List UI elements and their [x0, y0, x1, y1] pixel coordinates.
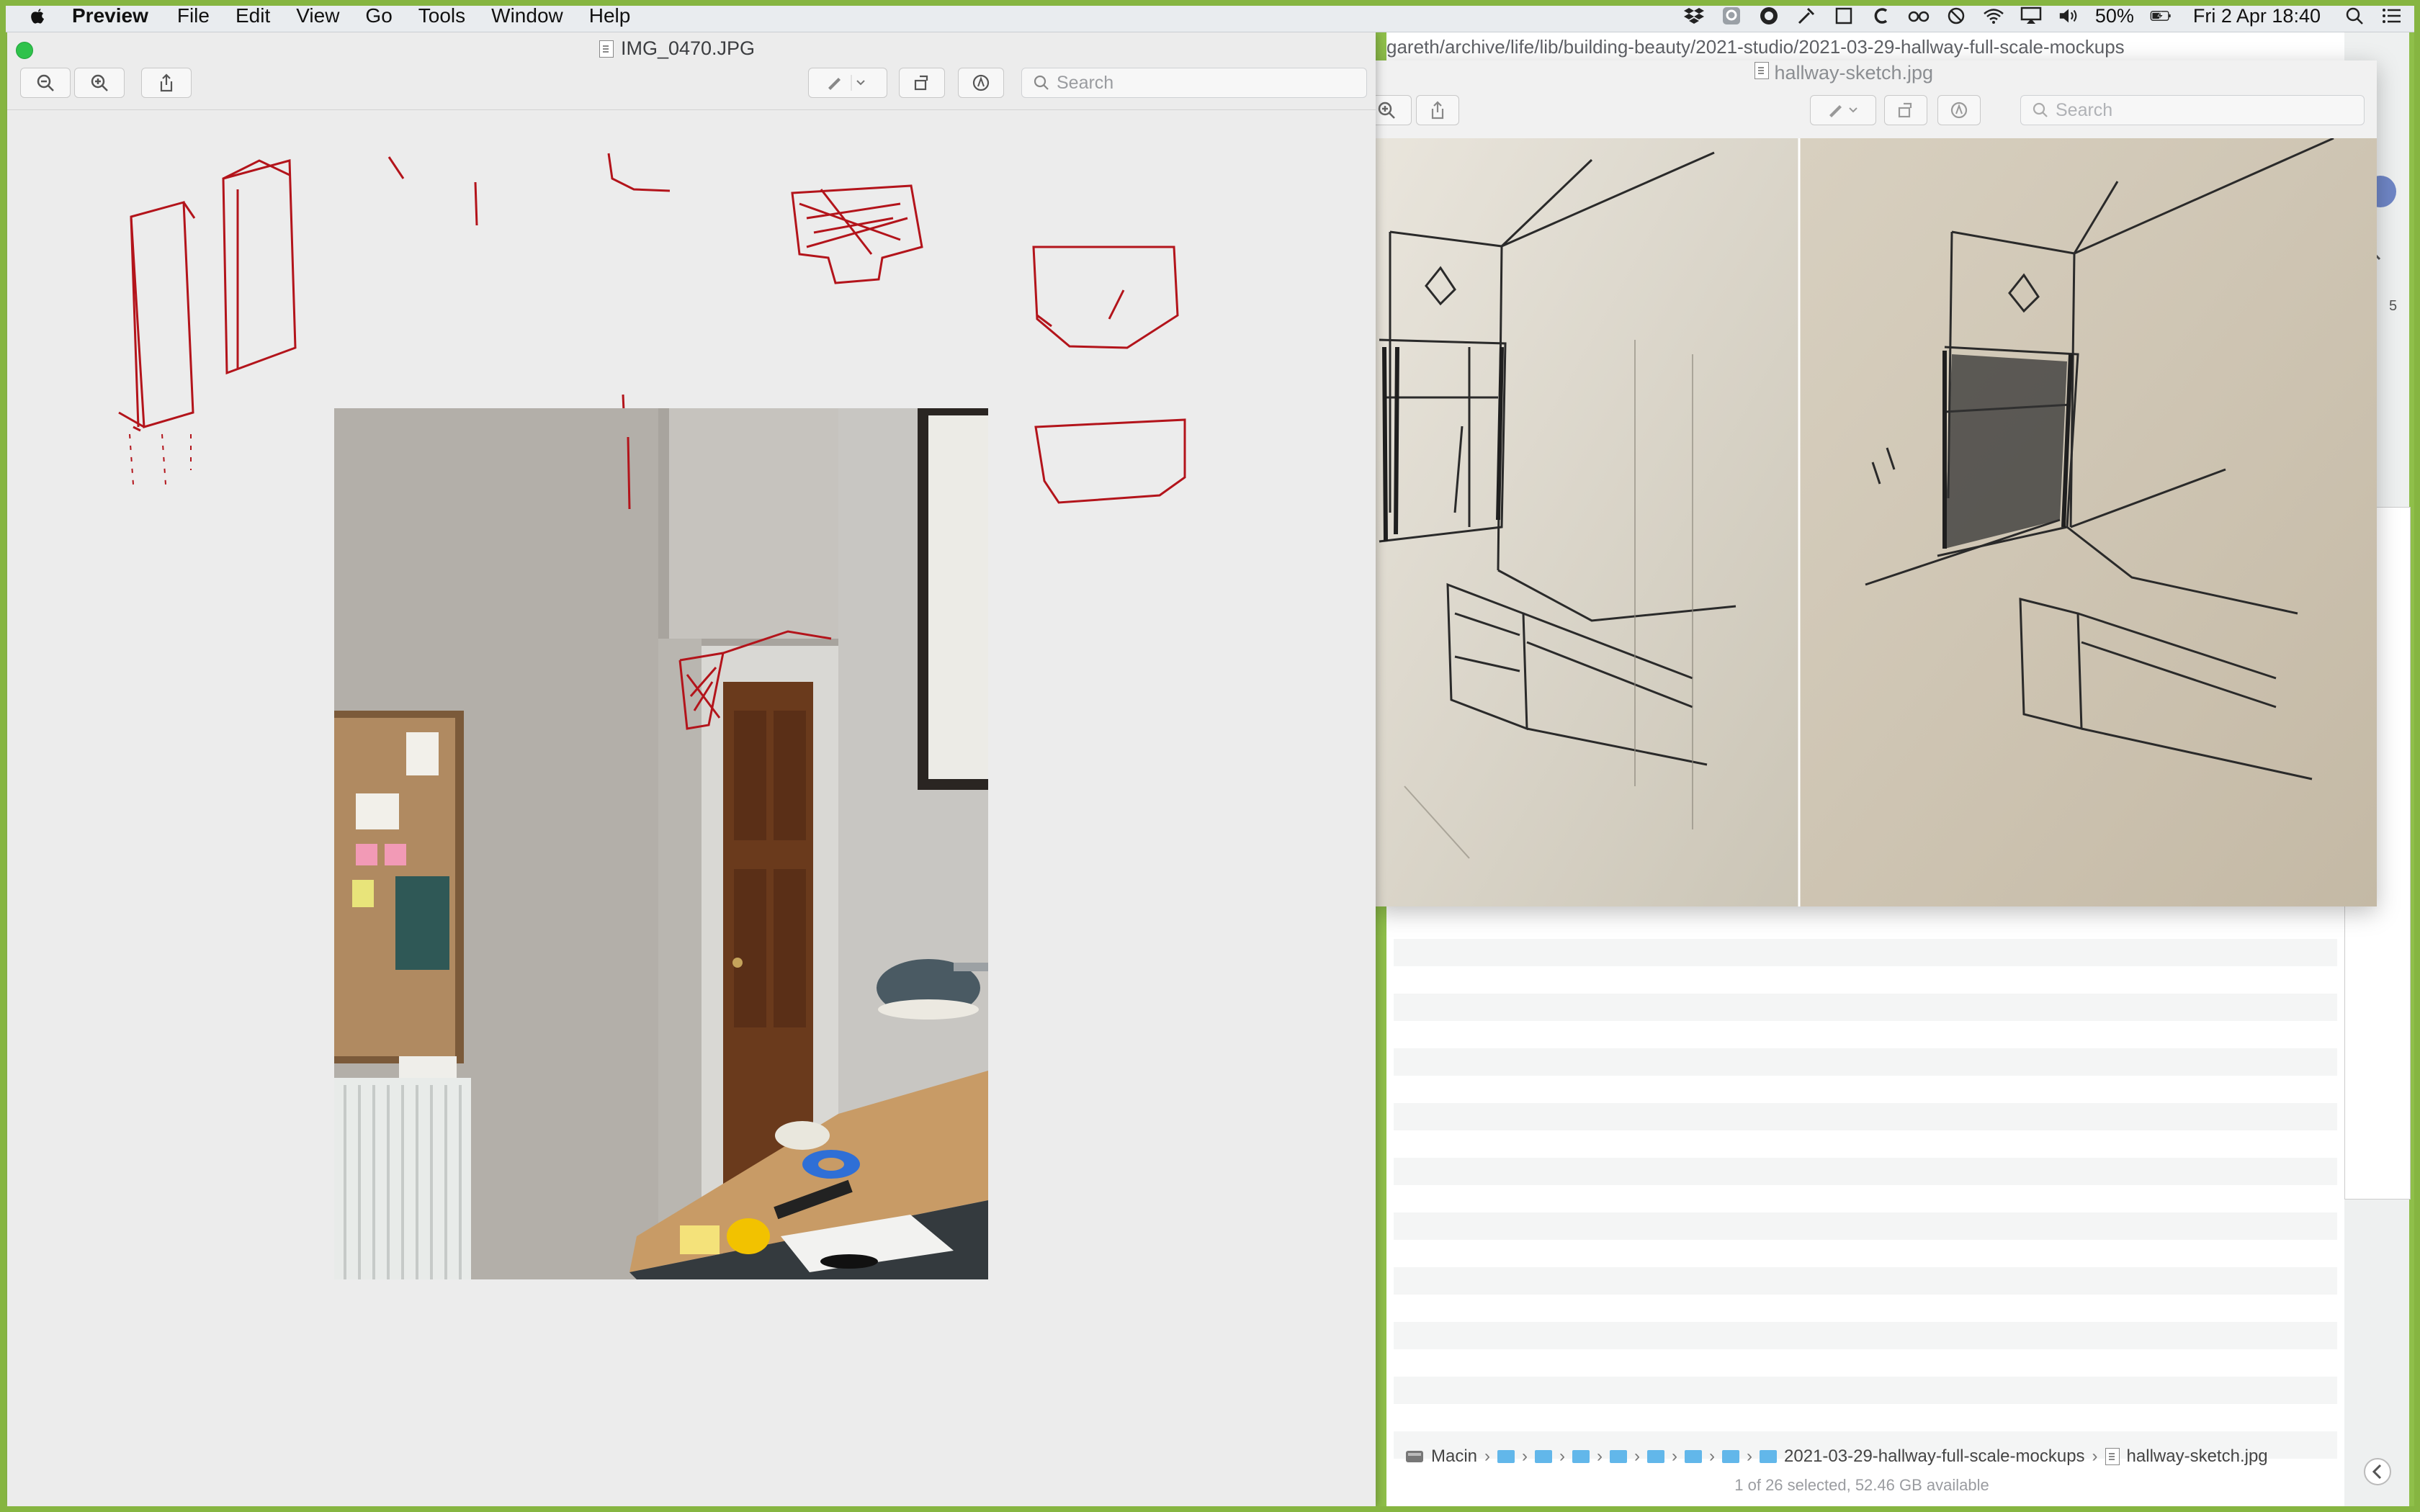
- share-button[interactable]: [141, 68, 192, 98]
- main-preview-window[interactable]: IMG_0470.JPG Search: [7, 32, 1376, 1508]
- markup-button[interactable]: [1937, 95, 1981, 125]
- spotlight-search-icon[interactable]: [2344, 5, 2365, 27]
- zoom-out-button[interactable]: [20, 68, 71, 98]
- rotate-icon: [914, 75, 928, 91]
- focus-icon[interactable]: [1758, 5, 1780, 27]
- search-icon: [1034, 75, 1049, 90]
- sketch-window-title-bar: hallway-sketch.jpg: [1376, 62, 2312, 84]
- zoom-out-icon: [37, 74, 54, 91]
- apple-menu-icon[interactable]: [27, 6, 48, 26]
- sketch-preview-window[interactable]: hallway-sketch.jpg Search: [1361, 60, 2377, 906]
- dropbox-icon[interactable]: [1683, 5, 1705, 27]
- volume-icon[interactable]: [2058, 5, 2079, 27]
- pathbar-disk[interactable]: Macin: [1431, 1446, 1477, 1467]
- finder-status: 1 of 26 selected, 52.46 GB available: [1734, 1476, 1989, 1494]
- menu-file[interactable]: File: [177, 4, 210, 27]
- main-search-field[interactable]: Search: [1021, 68, 1367, 98]
- room-photo-drawing: [334, 408, 988, 1279]
- pathbar-folder[interactable]: 2021-03-29-hallway-full-scale-mockups: [1784, 1446, 2085, 1467]
- folder-icon[interactable]: [1760, 1450, 1778, 1463]
- notification-center-icon[interactable]: [2381, 5, 2403, 27]
- search-icon: [2033, 102, 2048, 117]
- main-window-titlebar[interactable]: IMG_0470.JPG: [7, 32, 1376, 60]
- main-window-title-bar: IMG_0470.JPG: [7, 37, 1347, 60]
- menu-help[interactable]: Help: [589, 4, 631, 27]
- menu-go[interactable]: Go: [365, 4, 392, 27]
- menu-window[interactable]: Window: [491, 4, 563, 27]
- pathbar-file[interactable]: hallway-sketch.jpg: [2127, 1446, 2268, 1467]
- markup-pen-button[interactable]: [1810, 95, 1876, 125]
- markup-icon: [1950, 102, 1968, 119]
- zoom-in-icon: [91, 74, 108, 91]
- share-icon: [160, 73, 173, 92]
- folder-icon[interactable]: [1572, 1450, 1590, 1463]
- disk-icon[interactable]: [1405, 1449, 1424, 1464]
- folder-icon[interactable]: [1647, 1450, 1665, 1463]
- folder-icon[interactable]: [1722, 1450, 1740, 1463]
- window-icon[interactable]: [1833, 5, 1855, 27]
- side-label: 5: [2389, 298, 2398, 314]
- room-photo: [334, 408, 988, 1279]
- pen-icon: [1829, 105, 1857, 117]
- zoom-in-icon: [1378, 102, 1395, 119]
- file-icon: [2105, 1448, 2120, 1465]
- zoom-in-button[interactable]: [74, 68, 125, 98]
- markup-pen-button[interactable]: [808, 68, 887, 98]
- status-area: 50% Fri 2 Apr 18:40: [1683, 0, 2403, 32]
- battery-percent: 50%: [2094, 4, 2134, 27]
- rotate-button[interactable]: [1884, 95, 1927, 125]
- rotate-button[interactable]: [899, 68, 945, 98]
- menu-bar: Preview File Edit View Go Tools Window H…: [0, 0, 2420, 32]
- battery-charging-icon[interactable]: [2150, 5, 2172, 27]
- pen-icon: [828, 75, 865, 91]
- sketch-search-field[interactable]: Search: [2020, 95, 2365, 125]
- folder-icon[interactable]: [1535, 1450, 1553, 1463]
- no-entry-icon[interactable]: [1945, 5, 1967, 27]
- main-search-placeholder: Search: [1057, 72, 1114, 93]
- markup-button[interactable]: [958, 68, 1004, 98]
- document-icon: [1754, 62, 1769, 79]
- menu-edit[interactable]: Edit: [236, 4, 270, 27]
- glasses-icon[interactable]: [1908, 5, 1930, 27]
- file-list[interactable]: [1394, 939, 2337, 1472]
- share-button[interactable]: [1416, 95, 1459, 125]
- app-menu-preview[interactable]: Preview: [72, 4, 148, 27]
- rotate-icon: [1898, 102, 1912, 118]
- airplay-icon[interactable]: [2020, 5, 2042, 27]
- sketch-window-title: hallway-sketch.jpg: [1774, 62, 1934, 84]
- menu-view[interactable]: View: [296, 4, 339, 27]
- sketch-search-placeholder: Search: [2056, 99, 2113, 120]
- wifi-icon[interactable]: [1983, 5, 2004, 27]
- document-icon: [599, 40, 614, 58]
- share-icon: [1431, 101, 1444, 120]
- folder-icon[interactable]: [1685, 1450, 1703, 1463]
- markup-icon: [972, 74, 990, 91]
- tools-icon[interactable]: [1796, 5, 1817, 27]
- clipboard-c-icon[interactable]: [1870, 5, 1892, 27]
- desktop: gareth/archive/life/lib/building-beauty/…: [0, 0, 2420, 1512]
- finder-pathbar[interactable]: Macin › › › › › › › › 2021-03-29-hallway…: [1394, 1441, 2337, 1472]
- menu-tools[interactable]: Tools: [418, 4, 465, 27]
- clock[interactable]: Fri 2 Apr 18:40: [2193, 5, 2321, 27]
- quicksilver-icon[interactable]: [1721, 5, 1742, 27]
- sketch-image: [1376, 137, 2377, 906]
- main-window-title: IMG_0470.JPG: [620, 37, 756, 59]
- finder-path-title: gareth/archive/life/lib/building-beauty/…: [1386, 36, 2125, 58]
- folder-icon[interactable]: [1497, 1450, 1515, 1463]
- folder-icon[interactable]: [1610, 1450, 1628, 1463]
- document-canvas[interactable]: [7, 109, 1376, 1508]
- chevron-left-icon[interactable]: [2363, 1457, 2392, 1490]
- hallway-sketch-drawing: [1376, 137, 2377, 906]
